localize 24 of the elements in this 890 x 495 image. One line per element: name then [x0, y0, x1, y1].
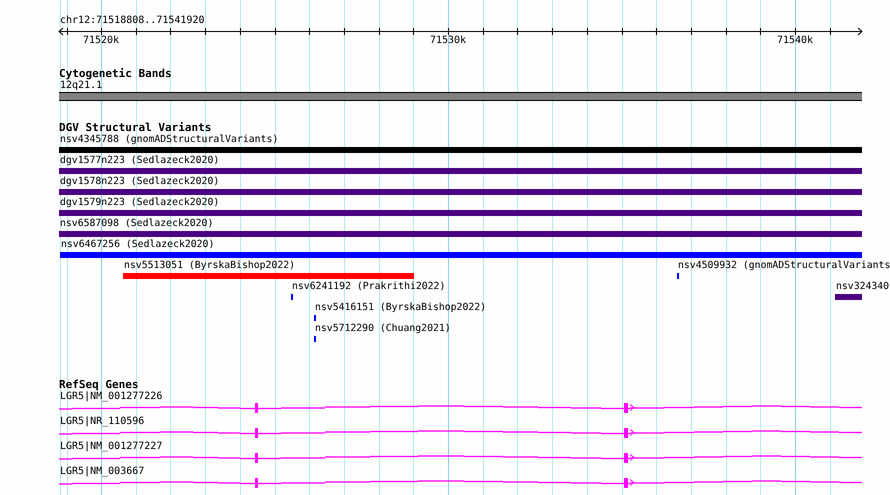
variant-label: nsv4509932 (gnomADStructuralVariants — [678, 260, 890, 272]
variant-label: nsv6587098 (Sedlazeck2020) — [60, 218, 214, 230]
gene-label: LGR5|NM_001277226 — [60, 391, 162, 403]
track-title: Cytogenetic Bands — [59, 68, 172, 80]
band-label: 12q21.1 — [60, 80, 102, 92]
track-title: RefSeq Genes — [59, 379, 138, 391]
variant-label: dgv1579n223 (Sedlazeck2020) — [60, 197, 220, 209]
tick-label: 71530k — [428, 35, 468, 47]
variant-label: nsv324340 — [836, 281, 890, 293]
variant-label: nsv6241192 (Prakrithi2022) — [292, 281, 446, 293]
variant-label: dgv1578n223 (Sedlazeck2020) — [60, 176, 220, 188]
gene-label: LGR5|NM_003667 — [60, 466, 144, 478]
variant-label: nsv4345788 (gnomADStructuralVariants) — [60, 134, 278, 146]
location-label: chr12:71518808..71541920 — [60, 15, 204, 27]
variant-label: nsv5513051 (ByrskaBishop2022) — [124, 260, 296, 272]
tick-label: 71520k — [82, 35, 120, 47]
variant-label: nsv5416151 (ByrskaBishop2022) — [315, 302, 486, 314]
variant-label: dgv1577n223 (Sedlazeck2020) — [60, 155, 220, 167]
tick-label: 71540k — [776, 35, 814, 47]
gene-label: LGR5|NM_001277227 — [60, 441, 162, 453]
gene-label: LGR5|NR_110596 — [60, 416, 144, 428]
track-title: DGV Structural Variants — [59, 122, 212, 134]
variant-label: nsv5712290 (Chuang2021) — [315, 323, 451, 335]
variant-label: nsv6467256 (Sedlazeck2020) — [61, 239, 214, 251]
